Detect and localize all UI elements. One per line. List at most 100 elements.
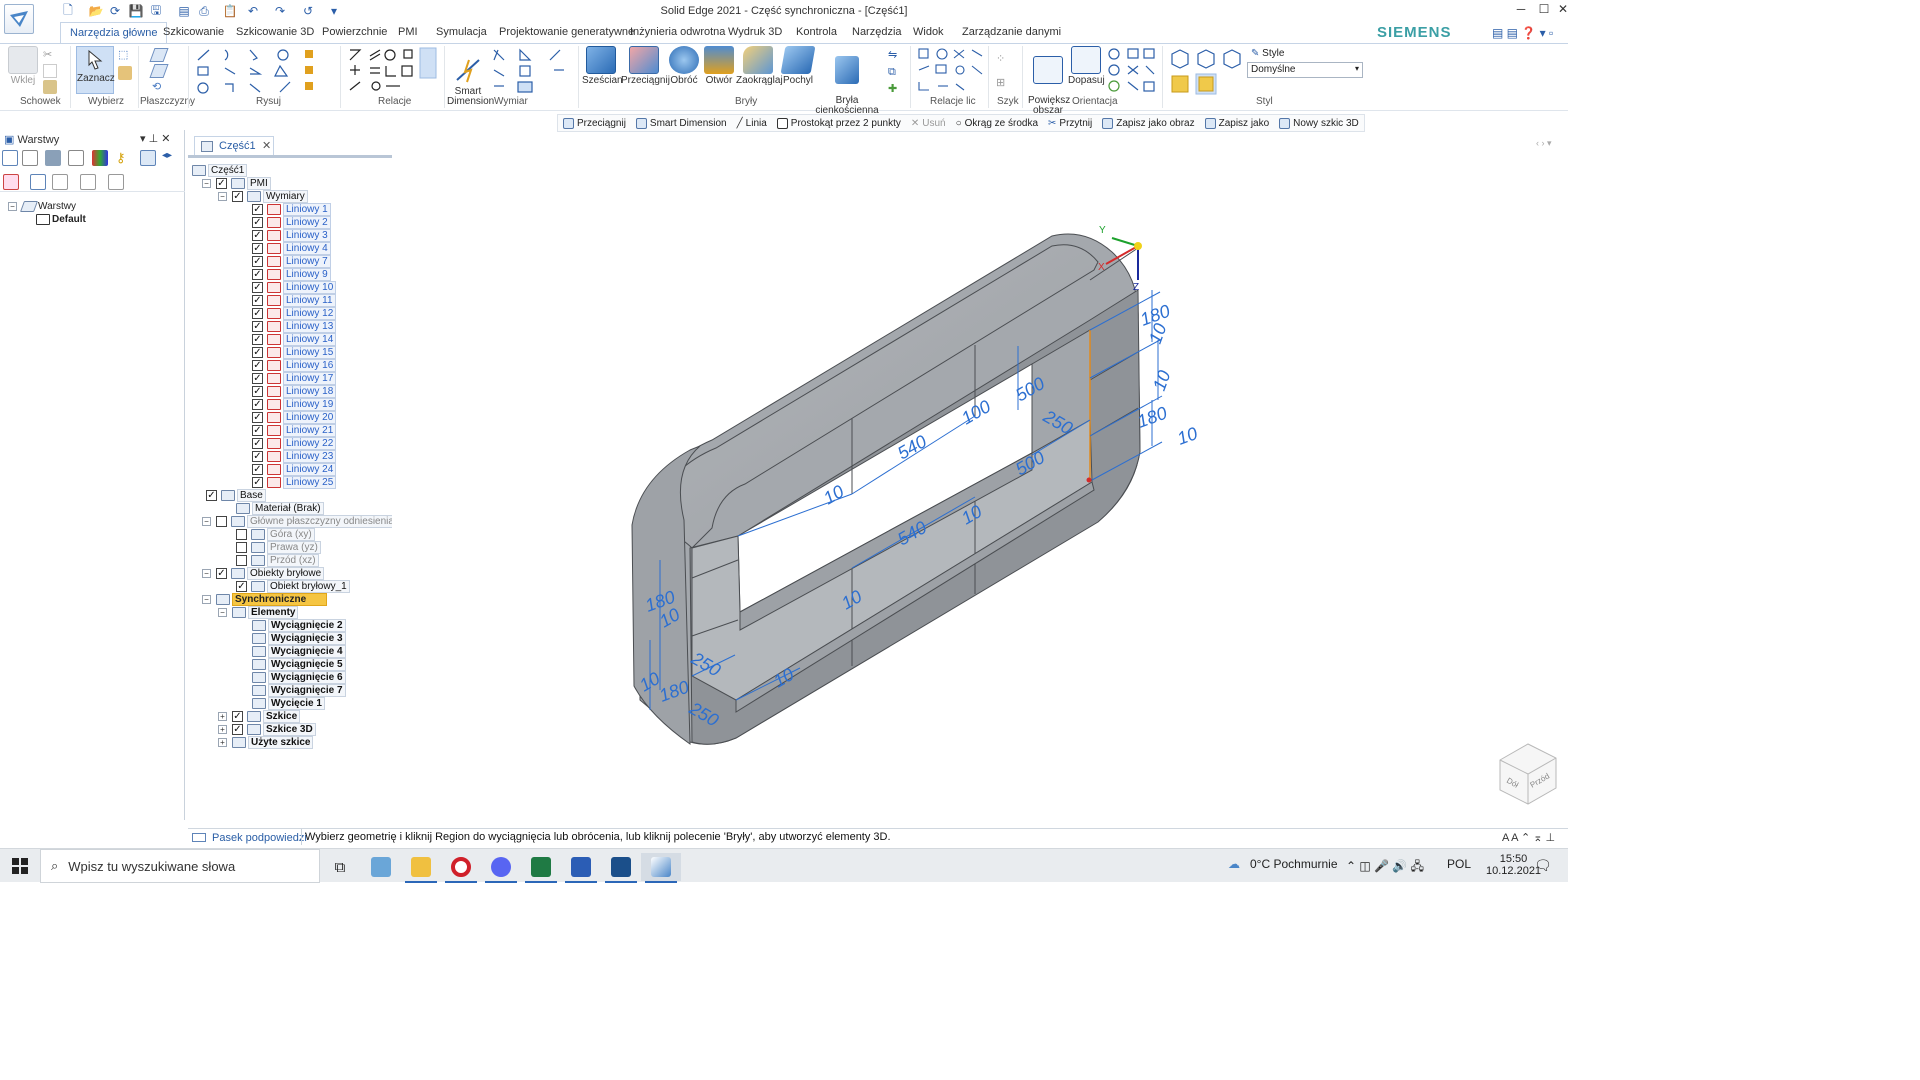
redo-icon[interactable]: ↷	[272, 3, 288, 19]
tree-plane[interactable]: Góra (xy)	[190, 528, 315, 541]
tree-linear-dimension[interactable]: ✓ Liniowy 2	[190, 216, 331, 229]
tree-base[interactable]: ✓ Base	[190, 489, 266, 502]
visibility-checkbox[interactable]: ✓	[252, 347, 263, 358]
color-icon[interactable]	[92, 150, 108, 166]
tree-linear-dimension[interactable]: ✓ Liniowy 10	[190, 281, 337, 294]
cmd-line[interactable]: ╱ Linia	[732, 115, 772, 131]
visibility-checkbox[interactable]: ✓	[236, 581, 247, 592]
collapse-icon[interactable]: −	[202, 595, 211, 604]
visibility-checkbox[interactable]: ✓	[252, 256, 263, 267]
tab-view[interactable]: Widok	[913, 26, 944, 38]
tab-home[interactable]: Narzędzia główne	[60, 22, 168, 44]
visibility-checkbox[interactable]	[236, 555, 247, 566]
visibility-checkbox[interactable]: ✓	[252, 295, 263, 306]
clipboard-icon[interactable]: 📋	[222, 3, 238, 19]
new-document-icon[interactable]: 🗋	[60, 3, 76, 19]
select-button[interactable]: Zaznacz	[76, 46, 115, 94]
customize-qat-icon[interactable]: ▾	[326, 3, 342, 19]
tree-linear-dimension[interactable]: ✓ Liniowy 7	[190, 255, 331, 268]
scroll-arrows-icon[interactable]: ◂▸	[162, 150, 178, 166]
draft-button[interactable]: Pochyl	[780, 46, 816, 86]
view-cube-tools-icon[interactable]	[1168, 46, 1246, 96]
tree-linear-dimension[interactable]: ✓ Liniowy 17	[190, 372, 337, 385]
tree-used-sketches[interactable]: + Użyte szkice	[190, 736, 314, 749]
visibility-checkbox[interactable]: ✓	[252, 230, 263, 241]
clock[interactable]: 15:50 10.12.2021	[1486, 853, 1541, 877]
tree-plane[interactable]: Przód (xz)	[190, 554, 319, 567]
visibility-checkbox[interactable]: ✓	[232, 711, 243, 722]
tree-sketches[interactable]: + ✓ Szkice	[190, 710, 301, 723]
print-icon[interactable]: ⎙	[196, 3, 212, 19]
tree-linear-dimension[interactable]: ✓ Liniowy 13	[190, 320, 337, 333]
layer-default[interactable]: Default	[36, 213, 86, 226]
draw-tools-icon[interactable]	[195, 46, 335, 96]
tree-linear-dimension[interactable]: ✓ Liniowy 4	[190, 242, 331, 255]
tree-feature[interactable]: Wyciągnięcie 7	[190, 684, 346, 697]
tree-dimensions[interactable]: − ✓ Wymiary	[190, 190, 308, 203]
tree-linear-dimension[interactable]: ✓ Liniowy 11	[190, 294, 336, 307]
mirror-icon[interactable]: ⇋	[888, 48, 902, 62]
save-icon[interactable]: 💾	[128, 3, 144, 19]
collapse-icon[interactable]: −	[218, 192, 227, 201]
tree-feature[interactable]: Wyciągnięcie 4	[190, 645, 346, 658]
help-icon[interactable]	[22, 150, 38, 166]
visibility-checkbox[interactable]: ✓	[252, 243, 263, 254]
cmd-save-image[interactable]: Zapisz jako obraz	[1097, 115, 1199, 131]
pattern-along-curve-icon[interactable]: ⊞	[996, 76, 1010, 90]
expand-icon[interactable]: +	[218, 725, 227, 734]
cloud-icon[interactable]: ☁	[1228, 857, 1240, 871]
save-as-icon[interactable]: 🖫	[148, 3, 164, 19]
visibility-checkbox[interactable]: ✓	[216, 178, 227, 189]
tree-feature[interactable]: Wyciągnięcie 2	[190, 619, 346, 632]
visibility-checkbox[interactable]: ✓	[252, 399, 263, 410]
tree-synchronous[interactable]: − Synchroniczne	[190, 593, 328, 606]
visibility-checkbox[interactable]	[216, 516, 227, 527]
tree-reference-planes[interactable]: − Główne płaszczyzny odniesienia	[190, 515, 397, 528]
hide-layer-icon[interactable]	[52, 174, 68, 190]
taskbar-app-explorer-2[interactable]	[361, 853, 401, 881]
thin-wall-button[interactable]: Bryła cienkościenna	[814, 46, 880, 116]
tree-feature[interactable]: Wyciągnięcie 5	[190, 658, 346, 671]
taskbar-app-file-explorer[interactable]	[401, 853, 441, 883]
cmd-smart-dimension[interactable]: Smart Dimension	[631, 115, 732, 131]
box-button[interactable]: Sześcian	[582, 46, 623, 86]
visibility-checkbox[interactable]: ✓	[252, 269, 263, 280]
key-icon[interactable]: ⚷	[116, 150, 132, 166]
status-tools-icon[interactable]: A A ⌃ ⌅ ⊥	[1502, 831, 1555, 844]
visibility-checkbox[interactable]: ✓	[232, 724, 243, 735]
nav-arrows-icon[interactable]: ‹ › ▾	[1536, 138, 1552, 149]
minimize-button[interactable]: ─	[1510, 2, 1532, 20]
close-button[interactable]: ✕	[1552, 2, 1574, 20]
tab-3d-print[interactable]: Wydruk 3D	[728, 26, 782, 38]
close-tab-icon[interactable]: ✕	[262, 139, 271, 152]
visibility-checkbox[interactable]: ✓	[252, 360, 263, 371]
tree-linear-dimension[interactable]: ✓ Liniowy 15	[190, 346, 337, 359]
language-indicator[interactable]: POL	[1447, 857, 1471, 871]
dim-text[interactable]: 10	[1149, 368, 1175, 394]
tree-linear-dimension[interactable]: ✓ Liniowy 19	[190, 398, 337, 411]
weather-text[interactable]: 0°C Pochmurnie	[1250, 857, 1338, 871]
cut-icon[interactable]: ✂	[43, 48, 57, 62]
visibility-checkbox[interactable]: ✓	[252, 321, 263, 332]
layer-options-icon[interactable]	[140, 150, 156, 166]
tab-sketching-3d[interactable]: Szkicowanie 3D	[236, 26, 314, 38]
revolve-button[interactable]: Obróć	[667, 46, 701, 86]
taskbar-app-solid-edge[interactable]	[641, 853, 681, 883]
thicken-icon[interactable]: ⧉	[888, 66, 902, 80]
tree-linear-dimension[interactable]: ✓ Liniowy 12	[190, 307, 337, 320]
tree-solid-body[interactable]: ✓ Obiekt bryłowy_1	[190, 580, 350, 593]
tree-feature[interactable]: Wycięcie 1	[190, 697, 325, 710]
tree-linear-dimension[interactable]: ✓ Liniowy 1	[190, 203, 331, 216]
tree-linear-dimension[interactable]: ✓ Liniowy 18	[190, 385, 337, 398]
tree-feature[interactable]: Wyciągnięcie 6	[190, 671, 346, 684]
application-button[interactable]	[4, 4, 34, 34]
copy-icon[interactable]	[43, 64, 57, 78]
layers-root[interactable]: − Warstwy	[8, 200, 76, 213]
taskbar-app-opera[interactable]	[441, 853, 481, 883]
smart-dimension-button[interactable]: Smart Dimension	[447, 46, 494, 117]
tab-pmi[interactable]: PMI	[398, 26, 418, 38]
properties-icon[interactable]: ▤	[176, 3, 192, 19]
view-tools-icon[interactable]	[1106, 46, 1158, 96]
tree-linear-dimension[interactable]: ✓ Liniowy 22	[190, 437, 337, 450]
taskbar-app-photos[interactable]	[601, 853, 641, 883]
